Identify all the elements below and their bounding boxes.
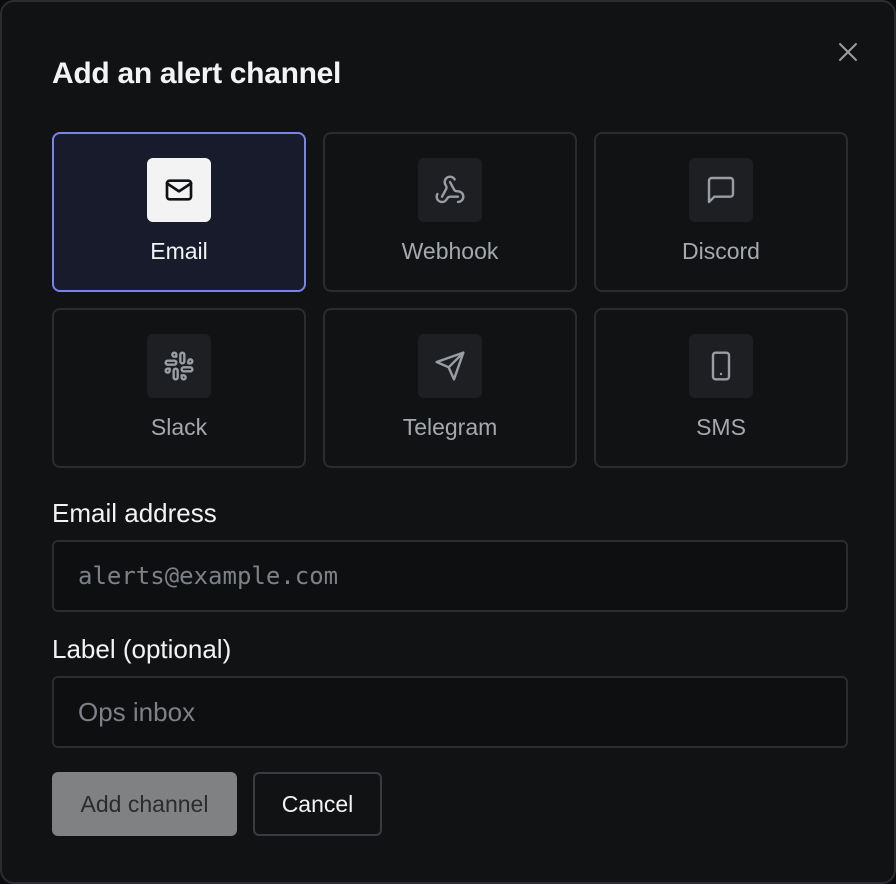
channel-label: Telegram [402,414,498,440]
channel-label: Email [150,238,208,264]
add-alert-channel-dialog: Add an alert channel Email Webhook Disco… [0,0,896,884]
channel-icon-box [689,158,753,222]
channel-label: SMS [696,414,746,440]
email-address-input[interactable] [52,540,848,612]
mail-icon [165,179,193,201]
channel-option-slack[interactable]: Slack [52,308,306,468]
channel-option-email[interactable]: Email [52,132,306,292]
label-optional-label: Label (optional) [52,634,232,664]
channel-icon-box [147,158,211,222]
message-square-icon [707,176,735,204]
slack-icon [164,351,194,381]
close-icon [839,43,857,61]
channel-option-sms[interactable]: SMS [594,308,848,468]
channel-icon-box [418,334,482,398]
channel-option-discord[interactable]: Discord [594,132,848,292]
email-address-label: Email address [52,498,217,528]
channel-label: Discord [682,238,760,264]
close-button[interactable] [832,36,864,68]
channel-grid: Email Webhook Discord Slack Telegram SMS [52,132,848,468]
channel-option-webhook[interactable]: Webhook [323,132,577,292]
channel-label: Webhook [401,238,499,264]
dialog-title: Add an alert channel [52,57,342,90]
cancel-button[interactable]: Cancel [253,772,382,836]
channel-option-telegram[interactable]: Telegram [323,308,577,468]
channel-icon-box [147,334,211,398]
smartphone-icon [711,351,731,381]
webhook-icon [435,175,465,204]
send-icon [435,351,465,381]
channel-icon-box [689,334,753,398]
channel-label: Slack [150,414,208,440]
label-input[interactable] [52,676,848,748]
channel-icon-box [418,158,482,222]
add-channel-button[interactable]: Add channel [52,772,237,836]
